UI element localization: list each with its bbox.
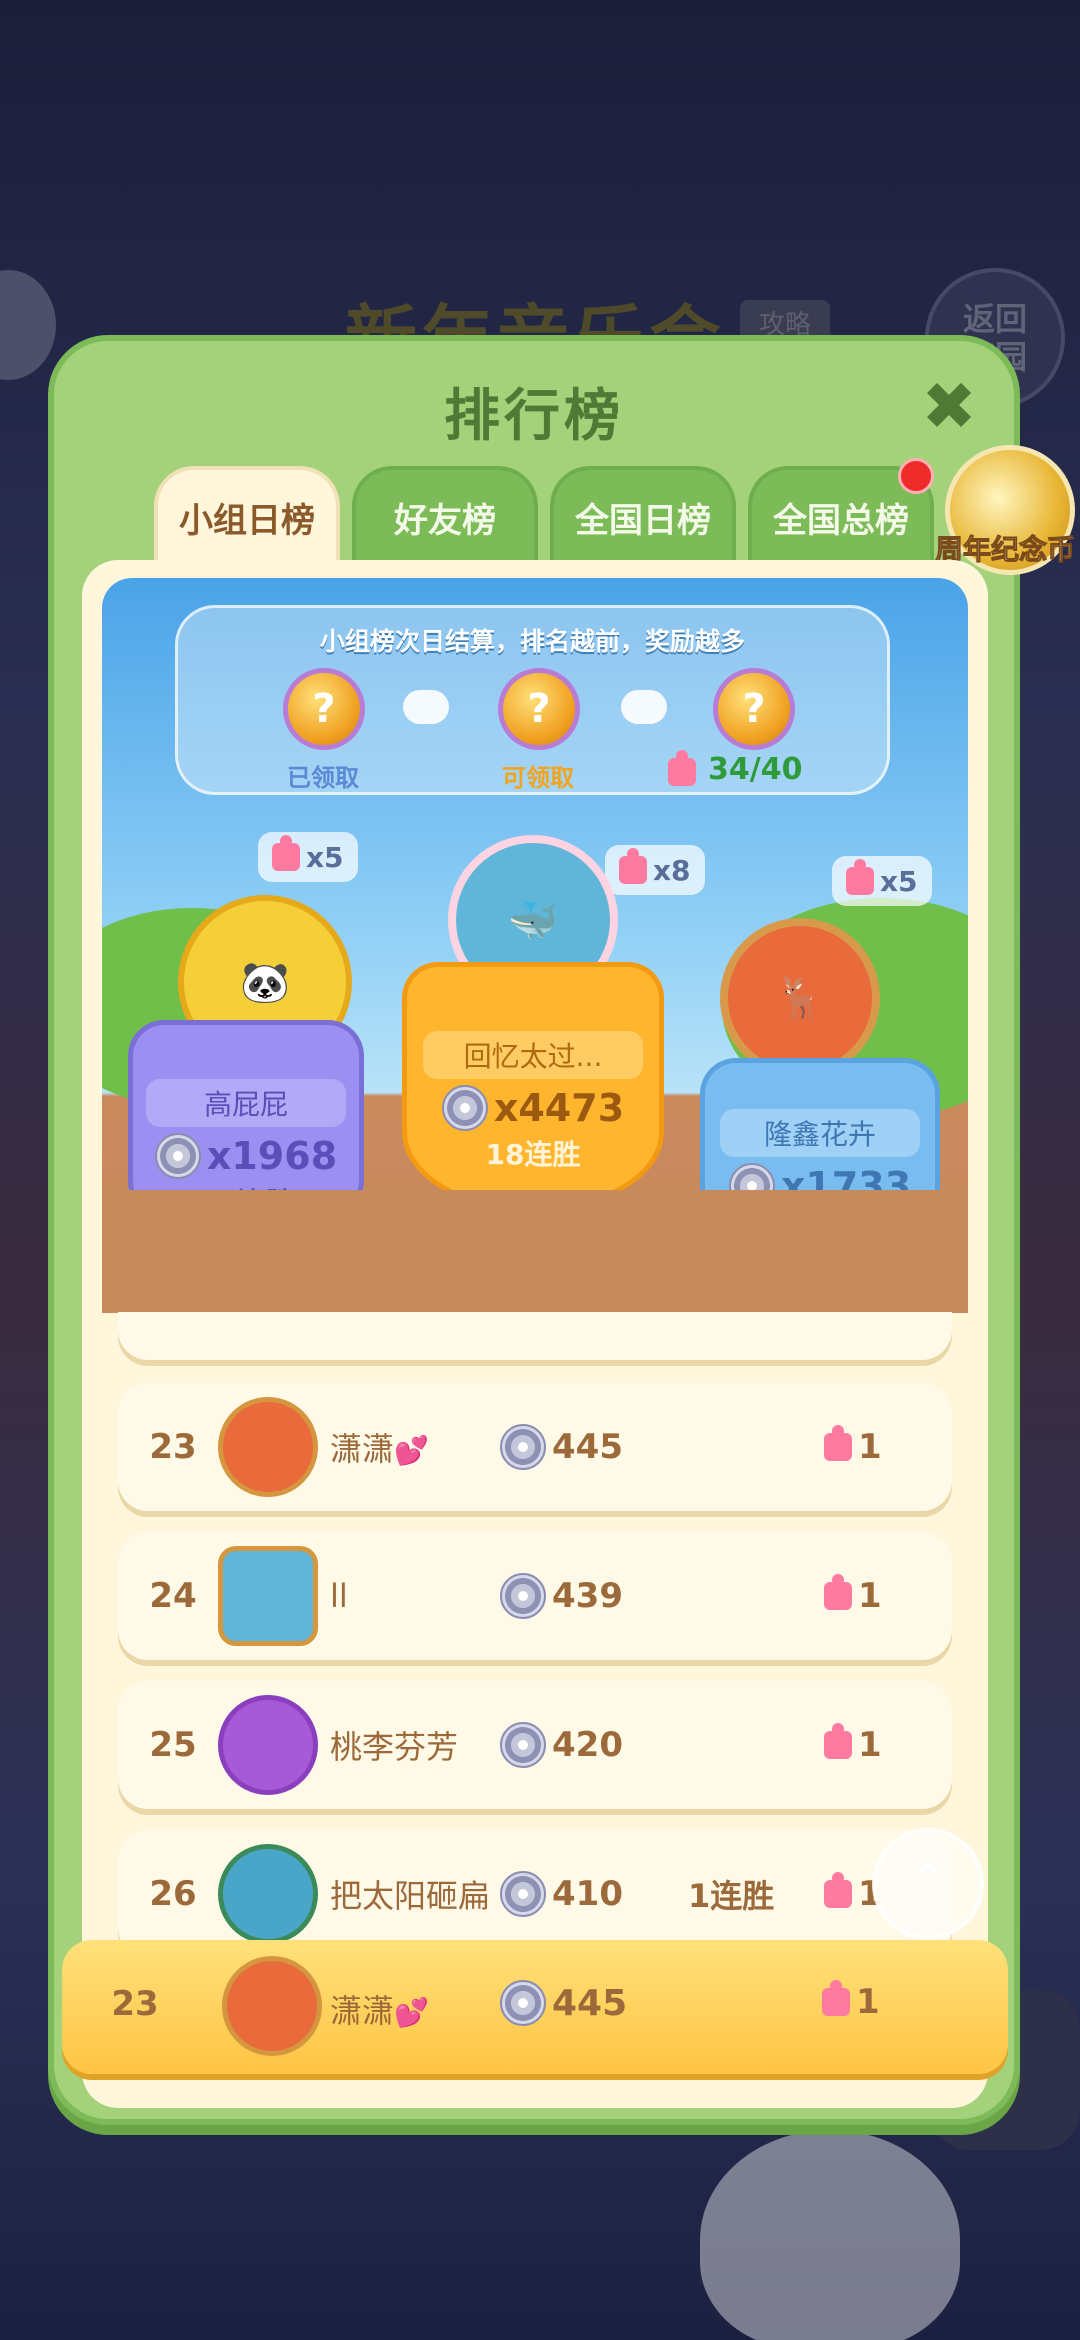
heart-icon: 💕 (394, 1996, 429, 2029)
table-row[interactable]: 25 桃李芬芳 420 1 (118, 1681, 952, 1809)
avatar-3rd[interactable]: 🦌 (720, 918, 880, 1078)
row-pieces: 1 (824, 1723, 882, 1765)
reward-chest-3[interactable]: ? (713, 668, 795, 750)
disc-icon (441, 1085, 488, 1131)
leaderboard-tabs: 小组日榜 好友榜 全国日榜 全国总榜 (154, 466, 934, 564)
podium-2nd-score: x1968 (154, 1133, 337, 1179)
row-score: 410 (500, 1871, 623, 1917)
row-rank: 26 (149, 1874, 197, 1914)
row-avatar[interactable] (218, 1546, 318, 1646)
modal-title: 排行榜 (444, 384, 624, 449)
disc-icon (500, 1980, 546, 2026)
cloud-icon (621, 690, 667, 724)
puzzle-piece-icon (824, 1574, 852, 1610)
row-score: 439 (500, 1573, 623, 1619)
my-avatar[interactable] (222, 1956, 322, 2056)
disc-icon (500, 1573, 546, 1619)
pieces-bubble-3rd: x5 (832, 856, 932, 906)
pieces-bubble-1st: x8 (605, 845, 705, 895)
tab-friends[interactable]: 好友榜 (352, 466, 538, 564)
tab-group-daily[interactable]: 小组日榜 (154, 466, 340, 564)
reward-chest-1-label: 已领取 (287, 764, 359, 792)
row-avatar[interactable] (218, 1695, 318, 1795)
podium-2nd-name: 高屁屁 (146, 1079, 346, 1127)
my-score: 445 (500, 1980, 627, 2026)
row-rank: 23 (149, 1427, 197, 1467)
my-pieces: 1 (822, 1980, 880, 2022)
table-row[interactable]: 26 把太阳砸扁 410 1连胜 1 (118, 1830, 952, 1958)
reward-chest-2[interactable]: ? (498, 668, 580, 750)
disc-icon (500, 1424, 546, 1470)
row-name: ll (330, 1577, 348, 1615)
table-row[interactable]: 24 ll 439 1 (118, 1532, 952, 1660)
puzzle-piece-icon (619, 848, 647, 884)
puzzle-piece-icon (846, 859, 874, 895)
reward-rule-text: 小组榜次日结算，排名越前，奖励越多 (319, 627, 745, 656)
row-name: 潇潇💕 (330, 1430, 429, 1468)
close-icon[interactable]: ✖ (914, 368, 984, 445)
row-name: 桃李芬芳 (330, 1728, 459, 1766)
heart-icon: 💕 (394, 1434, 429, 1467)
reward-progress-text: 34/40 (708, 752, 803, 787)
tutorial-hand-icon (700, 2130, 960, 2340)
my-name: 潇潇💕 (330, 1992, 429, 2030)
puzzle-piece-icon (824, 1872, 852, 1908)
puzzle-piece-icon (272, 835, 300, 871)
puzzle-piece-icon (824, 1723, 852, 1759)
podium-3rd-name: 隆鑫花卉 (720, 1109, 920, 1157)
puzzle-piece-icon (824, 1425, 852, 1461)
reward-progress-box: 小组榜次日结算，排名越前，奖励越多 ? 已领取 ? 可领取 ? 34/40 (175, 605, 890, 795)
row-score: 420 (500, 1722, 623, 1768)
scroll-to-top-button[interactable]: ⌃ (872, 1828, 984, 1940)
my-rank-row[interactable]: 23 潇潇💕 445 1 (62, 1940, 1008, 2074)
row-pieces: 1 (824, 1425, 882, 1467)
disc-icon (500, 1871, 546, 1917)
tab-national-daily[interactable]: 全国日榜 (550, 466, 736, 564)
row-streak: 1连胜 (688, 1877, 775, 1915)
podium-1st-name: 回忆太过... (423, 1031, 643, 1079)
row-pieces: 1 (824, 1574, 882, 1616)
reward-chest-1[interactable]: ? (283, 668, 365, 750)
row-rank: 24 (149, 1576, 197, 1616)
cloud-icon (403, 690, 449, 724)
podium-1st: 回忆太过... x4473 18连胜 (402, 962, 664, 1212)
podium-1st-score: x4473 (441, 1085, 624, 1131)
podium-1st-shield: 回忆太过... x4473 18连胜 (402, 962, 664, 1212)
podium-1st-streak: 18连胜 (485, 1138, 581, 1171)
row-score: 445 (500, 1424, 623, 1470)
row-rank: 25 (149, 1725, 197, 1765)
pieces-bubble-2nd: x5 (258, 832, 358, 882)
row-avatar[interactable] (218, 1397, 318, 1497)
notification-dot (898, 458, 934, 494)
my-rank: 23 (111, 1984, 159, 2024)
table-row[interactable]: 23 潇潇💕 445 1 (118, 1383, 952, 1511)
puzzle-piece-icon (822, 1980, 850, 2016)
puzzle-piece-icon (668, 750, 696, 786)
row-name: 把太阳砸扁 (330, 1877, 491, 1915)
reward-chest-2-label: 可领取 (502, 764, 574, 792)
row-avatar[interactable] (218, 1844, 318, 1944)
podium-ground (102, 1190, 968, 1312)
disc-icon (154, 1133, 201, 1179)
disc-icon (500, 1722, 546, 1768)
